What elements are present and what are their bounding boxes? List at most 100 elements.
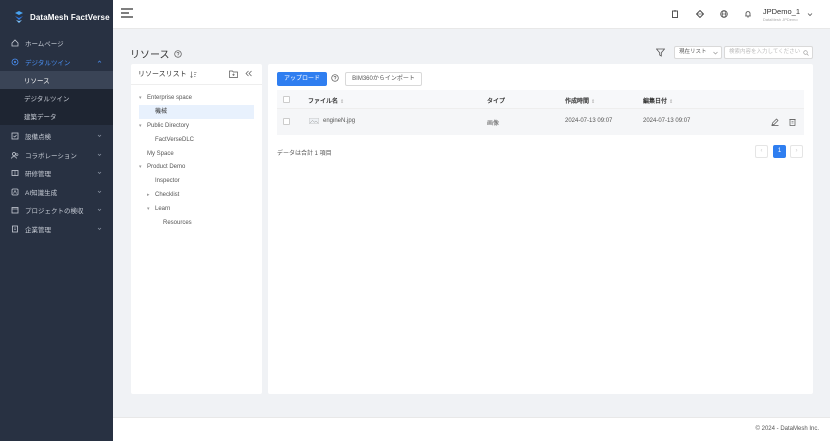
resource-tree-title: リソースリスト bbox=[138, 71, 187, 78]
tree-node-public-directory[interactable]: ▾ Public Directory bbox=[139, 120, 189, 133]
next-page-button[interactable]: › bbox=[790, 145, 803, 158]
menu-toggle-icon[interactable] bbox=[121, 8, 133, 18]
top-bar: JPDemo_1 DataMesh JPDemo bbox=[113, 0, 830, 29]
brand-name: DataMesh FactVerse bbox=[30, 12, 110, 22]
tree-node-product-demo[interactable]: ▾ Product Demo bbox=[139, 161, 185, 174]
column-header-filename[interactable]: ファイル名 ⇕ bbox=[308, 96, 344, 105]
nav-item-digital-twin[interactable]: デジタルツイン bbox=[0, 53, 113, 72]
tree-node-enterprise-space[interactable]: ▾ Enterprise space bbox=[139, 92, 192, 105]
bell-icon[interactable] bbox=[744, 10, 752, 18]
nav-item-training[interactable]: 研修管理 bbox=[0, 164, 113, 183]
tree-arrow[interactable]: ▾ bbox=[139, 120, 147, 133]
tree-arrow[interactable]: ▾ bbox=[147, 203, 155, 216]
tree-arrow[interactable]: ▾ bbox=[139, 161, 147, 174]
nav-label: プロジェクトの検収 bbox=[25, 208, 84, 216]
collapse-panel-icon[interactable] bbox=[245, 70, 252, 77]
digital-twin-icon bbox=[11, 58, 19, 66]
home-icon bbox=[11, 39, 19, 47]
nav-item-home[interactable]: ホームページ bbox=[0, 34, 113, 53]
sub-label: 建築データ bbox=[24, 114, 57, 121]
table-header: ファイル名 ⇕ タイプ 作成時間 ⇕ 編集日付 ⇕ bbox=[277, 90, 804, 109]
scope-select[interactable]: 現在リスト bbox=[674, 46, 722, 59]
tree-label: Product Demo bbox=[147, 164, 186, 170]
tree-node-learn[interactable]: ▾ Learn bbox=[147, 203, 170, 216]
clipboard-icon[interactable] bbox=[671, 10, 679, 18]
sidebar-sub-building-data[interactable]: 建築データ bbox=[0, 107, 113, 125]
row-checkbox[interactable] bbox=[283, 118, 290, 125]
sub-label: デジタルツイン bbox=[24, 96, 70, 103]
nav-item-enterprise[interactable]: 企業管理 bbox=[0, 220, 113, 239]
total-count: データは合計 1 項目 bbox=[277, 151, 332, 157]
tree-label: Checklist bbox=[155, 192, 180, 198]
column-header-edited[interactable]: 編集日付 ⇕ bbox=[643, 96, 673, 105]
nav-label: 企業管理 bbox=[25, 226, 51, 234]
resource-tree-header: リソースリスト bbox=[131, 64, 262, 84]
sidebar: DataMesh FactVerse ホームページ デジタルツイン リソース デ… bbox=[0, 0, 113, 441]
globe-icon[interactable] bbox=[720, 10, 728, 18]
tree-node-machine[interactable]: 機械 bbox=[155, 106, 167, 119]
user-name: JPDemo_1 bbox=[762, 7, 800, 16]
cube-icon[interactable] bbox=[696, 10, 704, 18]
tree-node-factversedlc[interactable]: FactVerseDLC bbox=[155, 134, 194, 147]
search-icon[interactable] bbox=[803, 50, 809, 56]
page-title-text: リソース bbox=[130, 50, 170, 61]
tree-node-resources[interactable]: Resources bbox=[163, 217, 192, 230]
user-menu[interactable]: JPDemo_1 DataMesh JPDemo bbox=[763, 7, 800, 22]
datamesh-logo-icon bbox=[15, 11, 23, 23]
file-name[interactable]: engineN.jpg bbox=[323, 118, 355, 124]
nav-item-inspection[interactable]: 設備点検 bbox=[0, 127, 113, 146]
column-label: 作成時間 bbox=[565, 99, 590, 105]
nav-label: ホームページ bbox=[25, 41, 64, 49]
chevron-down-icon bbox=[97, 227, 102, 230]
sort-icon[interactable]: ⇕ bbox=[669, 99, 673, 105]
prev-page-button[interactable]: ‹ bbox=[755, 145, 768, 158]
filter-icon[interactable] bbox=[656, 48, 665, 57]
brand-logo[interactable]: DataMesh FactVerse bbox=[0, 0, 113, 34]
tree-arrow[interactable]: ▸ bbox=[147, 189, 155, 202]
tree-label: Enterprise space bbox=[147, 95, 193, 101]
training-icon bbox=[11, 170, 19, 177]
column-header-created[interactable]: 作成時間 ⇕ bbox=[565, 96, 595, 105]
tree-label: 機械 bbox=[155, 109, 168, 115]
search-input[interactable]: 検索内容を入力してください bbox=[724, 46, 813, 59]
nav-label: 設備点検 bbox=[25, 134, 51, 142]
nav-item-collaboration[interactable]: コラボレーション bbox=[0, 146, 113, 165]
sort-icon[interactable]: ⇕ bbox=[340, 99, 344, 105]
tree-node-my-space[interactable]: My Space bbox=[147, 148, 174, 161]
chevron-down-icon[interactable] bbox=[807, 12, 813, 17]
select-all-checkbox[interactable] bbox=[283, 96, 290, 103]
tree-label: Inspector bbox=[155, 178, 180, 184]
upload-button[interactable]: アップロード bbox=[277, 72, 327, 86]
tree-label: My Space bbox=[147, 151, 174, 157]
created-time: 2024-07-13 09:07 bbox=[565, 118, 613, 124]
sort-icon[interactable]: ⇕ bbox=[591, 99, 595, 105]
nav-item-ai[interactable]: AI知識生成 bbox=[0, 183, 113, 202]
sidebar-sub-resources[interactable]: リソース bbox=[0, 71, 113, 89]
help-icon[interactable] bbox=[173, 49, 182, 58]
chevron-down-icon bbox=[97, 171, 102, 174]
chevron-down-icon bbox=[97, 190, 102, 193]
nav-item-project[interactable]: プロジェクトの検収 bbox=[0, 201, 113, 220]
inspection-icon bbox=[11, 132, 19, 140]
bim360-import-button[interactable]: BIM360からインポート bbox=[345, 72, 422, 86]
add-folder-icon[interactable] bbox=[229, 70, 238, 78]
copyright: © 2024 - DataMesh Inc. bbox=[755, 426, 819, 432]
table-row[interactable]: engineN.jpg 画像 2024-07-13 09:07 2024-07-… bbox=[277, 109, 804, 135]
edited-date: 2024-07-13 09:07 bbox=[643, 118, 691, 124]
tree-node-checklist[interactable]: ▸ Checklist bbox=[147, 189, 179, 202]
page-title: リソース bbox=[130, 46, 182, 61]
tree-node-inspector[interactable]: Inspector bbox=[155, 175, 180, 188]
edit-icon[interactable] bbox=[771, 118, 779, 126]
collaboration-icon bbox=[11, 151, 19, 159]
tree-label: Resources bbox=[163, 220, 192, 226]
chevron-down-icon bbox=[97, 208, 102, 211]
ai-icon bbox=[11, 188, 19, 196]
nav-label: コラボレーション bbox=[25, 152, 77, 160]
sort-icon[interactable] bbox=[189, 71, 197, 78]
help-icon[interactable] bbox=[331, 74, 339, 82]
delete-icon[interactable] bbox=[789, 118, 796, 126]
sidebar-sub-digital-twin[interactable]: デジタルツイン bbox=[0, 89, 113, 107]
nav-label: デジタルツイン bbox=[25, 59, 71, 67]
page-number-button[interactable]: 1 bbox=[773, 145, 786, 158]
tree-arrow[interactable]: ▾ bbox=[139, 92, 147, 105]
